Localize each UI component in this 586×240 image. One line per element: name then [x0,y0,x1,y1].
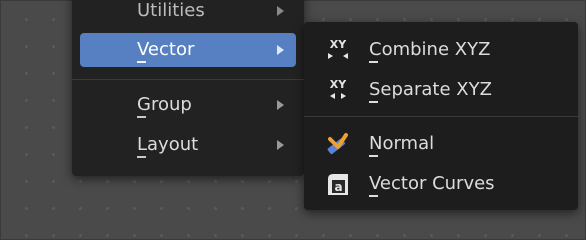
chevron-right-icon [277,100,284,110]
menu-item-vector[interactable]: Vector [80,33,296,67]
menu-item-layout-label: Layout [137,134,199,155]
vector-submenu: XY Combine XYZ XY Separate XYZ Normal a … [304,22,578,210]
submenu-item-separate-xyz[interactable]: XY Separate XYZ [304,72,578,108]
mnemonic-underline [137,116,146,118]
vector-curves-icon-text: a [334,180,342,194]
add-node-menu: Utilities Vector Group Layout [72,0,304,176]
submenu-separator [304,116,578,117]
submenu-item-separate-xyz-label: Separate XYZ [369,79,492,100]
mnemonic-underline [369,195,378,197]
submenu-item-normal[interactable]: Normal [304,126,578,162]
submenu-item-normal-label: Normal [369,133,435,154]
mnemonic-underline [369,155,378,157]
submenu-item-combine-xyz[interactable]: XY Combine XYZ [304,32,578,68]
chevron-right-icon [277,45,284,55]
normal-icon [324,131,352,157]
submenu-item-vector-curves[interactable]: a Vector Curves [304,166,578,202]
separate-xyz-icon: XY [324,77,352,103]
menu-item-vector-label: Vector [137,39,195,60]
mnemonic-underline [137,156,146,158]
combine-xyz-icon-text: XY [330,38,347,51]
combine-xyz-icon: XY [324,37,352,63]
menu-item-utilities[interactable]: Utilities [80,0,296,28]
menu-item-group-label: Group [137,94,192,115]
separate-xyz-icon-text: XY [330,78,347,91]
menu-item-layout[interactable]: Layout [80,128,296,162]
submenu-item-combine-xyz-label: Combine XYZ [369,39,491,60]
mnemonic-underline [369,61,378,63]
mnemonic-underline [137,61,146,63]
mnemonic-underline [369,101,378,103]
submenu-item-vector-curves-label: Vector Curves [369,173,495,194]
menu-item-group[interactable]: Group [80,88,296,122]
chevron-right-icon [277,140,284,150]
menu-separator [72,79,304,80]
vector-curves-icon: a [324,171,352,197]
menu-item-utilities-label: Utilities [137,0,205,21]
chevron-right-icon [277,6,284,16]
